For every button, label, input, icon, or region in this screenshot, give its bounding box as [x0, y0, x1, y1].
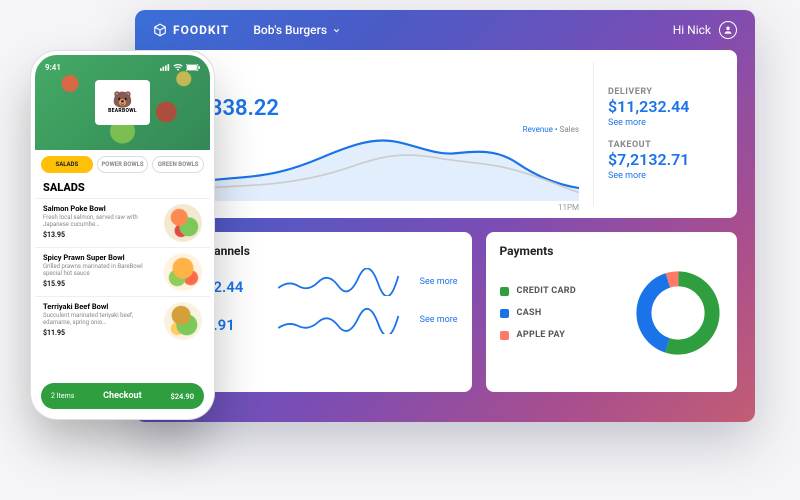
takeout-value: $7,2132.71 [608, 150, 723, 169]
app-see-more[interactable]: See more [420, 277, 458, 287]
chart-legend: Revenue • Sales [523, 125, 579, 134]
checkout-total: $24.90 [170, 392, 194, 401]
payments-card: Payments CREDIT CARD CASH APPLE PAY [486, 232, 737, 392]
takeout-see-more[interactable]: See more [608, 171, 723, 181]
revenue-label: REVENUE [167, 84, 579, 94]
store-name: Bob's Burgers [253, 23, 327, 37]
web-sparkline [267, 306, 410, 334]
revenue-chart: Revenue • Sales [167, 125, 579, 201]
food-image-icon [164, 253, 202, 291]
tab-power-bowls[interactable]: POWER BOWLS [97, 156, 149, 173]
avatar-icon[interactable] [719, 21, 737, 39]
delivery-see-more[interactable]: See more [608, 118, 723, 128]
sales-channels-title: Sales Channels [167, 244, 458, 258]
greeting-text: Hi Nick [673, 23, 711, 37]
item-name: Spicy Prawn Super Bowl [43, 253, 158, 262]
legend-revenue: Revenue [523, 125, 553, 134]
chart-axis: 9 AM 11PM [167, 203, 579, 212]
tab-green-bowls[interactable]: GREEN BOWLS [152, 156, 204, 173]
today-stats: DELIVERY $11,232.44 See more TAKEOUT $7,… [593, 62, 723, 206]
legend-sales: Sales [560, 125, 579, 134]
topbar: FOODKIT Bob's Burgers Hi Nick [153, 10, 737, 50]
food-image-icon [164, 204, 202, 242]
menu-item[interactable]: Terriyaki Beef Bowl Succulent marinated … [35, 296, 210, 345]
food-image-icon [164, 302, 202, 340]
category-tabs: SALADS POWER BOWLS GREEN BOWLS [35, 150, 210, 179]
brand-text: FOODKIT [173, 23, 229, 37]
menu-item[interactable]: Spicy Prawn Super Bowl Grilled prawns ma… [35, 247, 210, 296]
item-price: $13.95 [43, 231, 158, 239]
item-price: $15.95 [43, 280, 158, 288]
payments-donut-chart [633, 268, 723, 358]
phone-status-bar: 9:41 [35, 59, 210, 75]
restaurant-logo: 🐻 BEARBOWL [95, 80, 150, 125]
restaurant-name: BEARBOWL [108, 108, 137, 114]
store-dropdown[interactable]: Bob's Burgers [253, 23, 341, 37]
phone-mockup: 9:41 🐻 BEARBOWL SALADS POWER BOWLS GREEN… [35, 55, 210, 415]
item-price: $11.95 [43, 329, 158, 337]
channel-app: APP $11,232.44 See more [167, 268, 458, 296]
tab-salads[interactable]: SALADS [41, 156, 93, 173]
revenue-value: $17,338.22 [167, 96, 579, 121]
swatch-icon [500, 287, 509, 296]
axis-end: 11PM [558, 203, 579, 212]
section-heading: SALADS [35, 179, 210, 198]
dashboard-window: FOODKIT Bob's Burgers Hi Nick Today REVE… [135, 10, 755, 422]
battery-icon [186, 64, 200, 71]
delivery-label: DELIVERY [608, 87, 723, 97]
user-greeting: Hi Nick [673, 21, 737, 39]
today-card: Today REVENUE $17,338.22 Revenue • Sales… [153, 50, 737, 218]
menu-item[interactable]: Salmon Poke Bowl Fresh local salmon, ser… [35, 198, 210, 247]
menu-list: Salmon Poke Bowl Fresh local salmon, ser… [35, 198, 210, 377]
status-time: 9:41 [45, 63, 61, 72]
checkout-label: Checkout [74, 391, 170, 401]
legend-cash: CASH [500, 308, 619, 318]
app-sparkline [267, 268, 410, 296]
takeout-label: TAKEOUT [608, 140, 723, 150]
payments-title: Payments [500, 244, 723, 258]
today-main: Today REVENUE $17,338.22 Revenue • Sales… [167, 62, 579, 206]
wifi-icon [173, 64, 183, 71]
bear-icon: 🐻 [113, 92, 133, 108]
payments-legend: CREDIT CARD CASH APPLE PAY [500, 286, 619, 340]
swatch-icon [500, 309, 509, 318]
brand-logo: FOODKIT [153, 23, 229, 37]
delivery-stat: DELIVERY $11,232.44 See more [608, 87, 723, 128]
delivery-value: $11,232.44 [608, 97, 723, 116]
channel-web: WEB $8,175.91 See more [167, 306, 458, 334]
item-name: Salmon Poke Bowl [43, 204, 158, 213]
cube-icon [153, 23, 167, 37]
legend-apple-pay: APPLE PAY [500, 330, 619, 340]
item-desc: Grilled prawns marinated in BareBowl spe… [43, 263, 158, 277]
legend-credit-card: CREDIT CARD [500, 286, 619, 296]
chevron-down-icon [332, 26, 341, 35]
item-desc: Fresh local salmon, served raw with Japa… [43, 214, 158, 228]
checkout-items: 2 Items [51, 392, 74, 400]
item-name: Terriyaki Beef Bowl [43, 302, 158, 311]
takeout-stat: TAKEOUT $7,2132.71 See more [608, 140, 723, 181]
signal-icon [160, 64, 170, 71]
checkout-button[interactable]: 2 Items Checkout $24.90 [41, 383, 204, 409]
item-desc: Succulent marinated teriyaki beef, edama… [43, 312, 158, 326]
swatch-icon [500, 331, 509, 340]
web-see-more[interactable]: See more [420, 315, 458, 325]
today-title: Today [167, 62, 579, 76]
